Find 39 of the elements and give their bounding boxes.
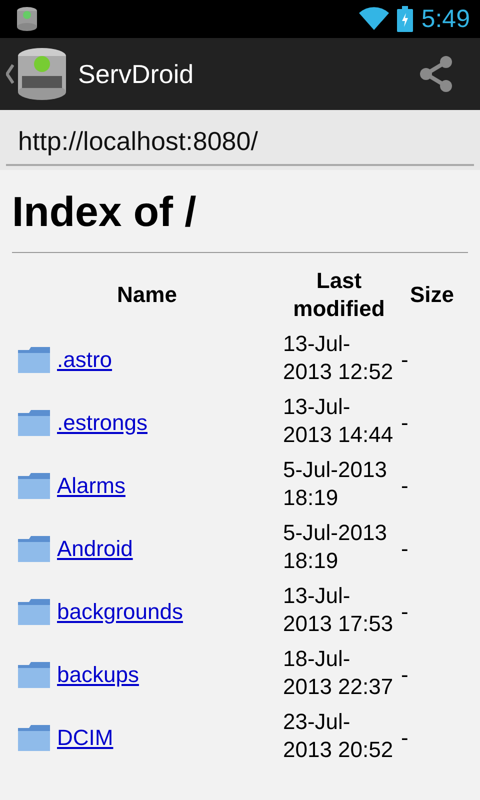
- table-cell-text: -: [400, 346, 410, 374]
- folder-icon: [17, 724, 51, 752]
- table-cell-text: -: [400, 724, 410, 752]
- table-cell-text: 5-Jul-2013 18:19: [282, 519, 388, 575]
- table-cell-text: 18-Jul-2013 22:37: [282, 645, 394, 701]
- share-icon[interactable]: [418, 56, 454, 92]
- table-cell-text: 13-Jul-2013 17:53: [282, 582, 394, 638]
- column-header: Name: [116, 281, 178, 309]
- folder-link[interactable]: .astro: [57, 346, 112, 374]
- table-cell-text: 23-Jul-2013 20:52: [282, 708, 394, 764]
- wifi-icon: [359, 7, 390, 31]
- battery-icon: [397, 6, 414, 32]
- folder-icon: [17, 534, 51, 562]
- folder-icon: [17, 408, 51, 436]
- column-header: Last modified: [292, 267, 386, 323]
- table-cell-text: -: [400, 598, 410, 626]
- server-icon: [14, 6, 40, 32]
- folder-link[interactable]: backgrounds: [57, 598, 183, 626]
- app-title: ServDroid: [78, 58, 195, 90]
- table-cell-text: -: [400, 408, 410, 436]
- folder-link[interactable]: Alarms: [57, 472, 126, 500]
- folder-icon: [17, 660, 51, 688]
- table-cell-text: -: [400, 534, 410, 562]
- column-header: Size: [408, 281, 456, 309]
- folder-link[interactable]: .estrongs: [57, 408, 148, 436]
- table-cell-text: 13-Jul-2013 14:44: [282, 393, 394, 449]
- folder-link[interactable]: Android: [57, 534, 133, 562]
- folder-icon: [17, 346, 51, 374]
- folder-link[interactable]: backups: [57, 660, 139, 688]
- clock-time: 5:49: [421, 4, 470, 34]
- table-cell-text: 5-Jul-2013 18:19: [282, 456, 388, 512]
- table-cell-text: 13-Jul-2013 12:52: [282, 330, 394, 386]
- folder-icon: [17, 472, 51, 500]
- table-cell-text: -: [400, 472, 410, 500]
- folder-link[interactable]: DCIM: [57, 724, 114, 752]
- table-cell-text: -: [400, 660, 410, 688]
- back-caret-icon: [6, 64, 14, 84]
- page-heading: Index of /: [12, 187, 198, 237]
- folder-icon: [17, 598, 51, 626]
